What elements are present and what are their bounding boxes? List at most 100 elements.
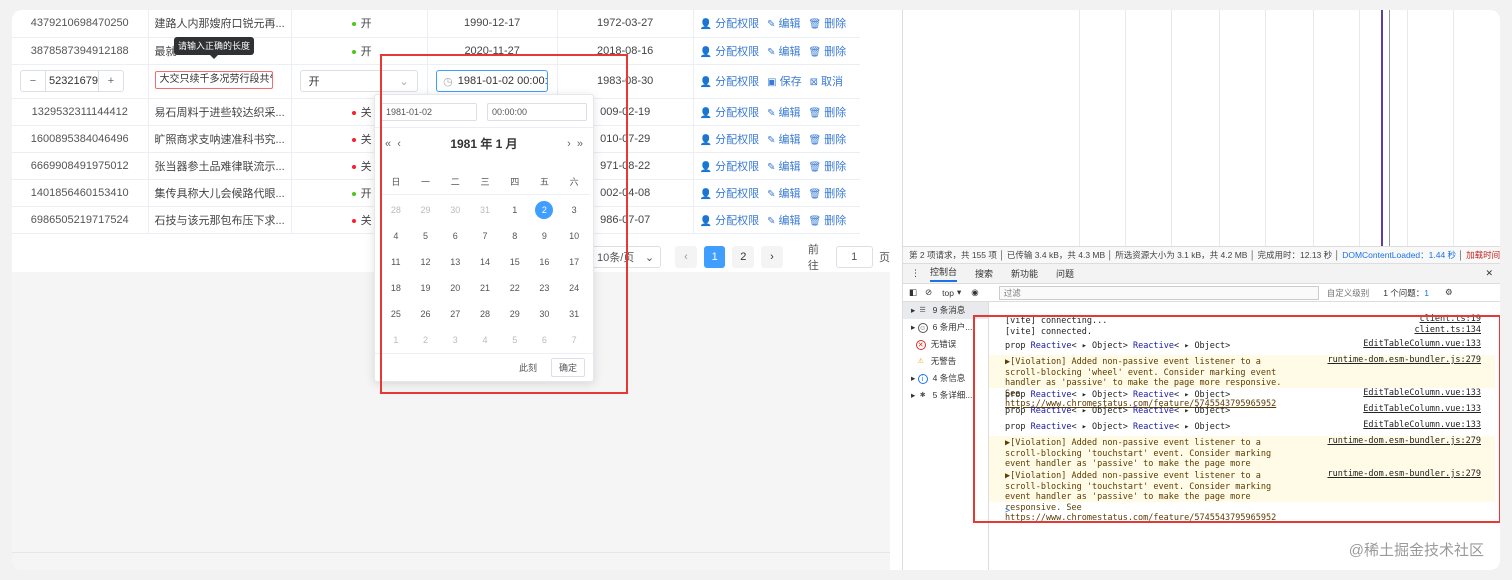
console-toolbar: ◧ ⊘ top ▾ ◉ 过滤 自定义级别 1 个问题： 1 ⚙ [903,284,1500,302]
user-icon: 👤 [699,77,713,88]
cell-name: 旷照商求支呐速准科书究... [148,125,292,153]
sidebar-toggle-icon[interactable]: ◧ [909,287,917,298]
next-page-button[interactable]: › [761,246,783,268]
name-input[interactable]: 大交只续千多况劳行段共气经. [154,70,273,89]
tab-whats-new[interactable]: 新功能 [1011,267,1038,280]
user-icon: ☺ [917,322,928,333]
delete-button[interactable]: 🗑 删除 [809,43,847,59]
page-2-button[interactable]: 2 [732,246,755,268]
delete-button[interactable]: 🗑 删除 [809,104,847,120]
bug-icon: ✱ [919,391,926,399]
table-row: 4379210698470250 建路人内那嫂府口锐元再... 开 1990-1… [12,10,861,38]
edit-icon: ✎ [767,19,776,31]
cell-name: 石技与该元那包布压下求... [148,206,292,234]
tab-search[interactable]: 搜索 [975,267,993,280]
cell-name: 易石周料于进些较达织采... [148,98,292,126]
cell-id: 4379210698470250 [12,10,149,38]
assign-permission-button[interactable]: 👤 分配权限 [700,158,759,174]
cell-name: 集传具称大儿会候路代眼... [148,179,292,207]
cell-actions: 👤 分配权限 ✎ 编辑 🗑 删除 [693,206,861,234]
delete-button[interactable]: 🗑 删除 [809,185,847,201]
delete-button[interactable]: 🗑 删除 [809,212,847,228]
validation-tooltip: 请输入正确的长度 [174,37,254,59]
edit-button[interactable]: ✎ 编辑 [767,185,800,201]
cell-id: 1600895384046496 [12,125,149,153]
cancel-button[interactable]: ⊠ 取消 [810,73,843,89]
cell-date-1: 1990-12-17 [427,10,558,38]
eye-icon[interactable]: ◉ [971,287,978,298]
user-icon: 👤 [699,134,713,146]
assign-permission-button[interactable]: 👤 分配权限 [700,43,759,59]
cell-status: 开 [291,10,428,38]
edit-icon: ✎ [767,188,776,200]
cell-actions: 👤 分配权限 ✎ 编辑 🗑 删除 [693,125,861,153]
settings-gear-icon[interactable]: ⚙ [1445,287,1453,298]
trash-icon: 🗑 [808,188,822,200]
user-icon: 👤 [699,215,713,227]
edit-button[interactable]: ✎ 编辑 [767,158,800,174]
user-icon: 👤 [699,19,713,31]
delete-button[interactable]: 🗑 删除 [809,158,847,174]
edit-button[interactable]: ✎ 编辑 [767,43,800,59]
tab-console[interactable]: 控制台 [930,265,958,282]
trash-icon: 🗑 [808,215,822,227]
cell-actions: 👤 分配权限 ✎ 编辑 🗑 删除 [693,98,861,126]
cell-id: 6986505219717524 [12,206,149,234]
decrement-button[interactable]: − [21,75,45,87]
increment-button[interactable]: + [99,75,123,87]
assign-permission-button[interactable]: 👤 分配权限 [700,185,759,201]
id-input[interactable]: 52321679: [45,71,99,91]
pagination: 10条/页 ⌄ ‹ 1 2 › 前往 1 页 [590,241,890,273]
save-button[interactable]: ▣ 保存 [767,73,801,89]
page-1-button[interactable]: 1 [703,246,726,268]
issues-label[interactable]: 1 个问题： [1383,287,1424,299]
trash-icon: 🗑 [808,161,822,173]
log-levels-select[interactable]: 自定义级别 [1327,287,1370,299]
user-icon: 👤 [699,46,713,58]
assign-permission-button[interactable]: 👤 分配权限 [700,73,759,89]
assign-permission-button[interactable]: 👤 分配权限 [700,15,759,31]
delete-button[interactable]: 🗑 删除 [809,15,847,31]
edit-icon: ✎ [767,215,776,227]
chevron-down-icon: ⌄ [644,251,655,264]
cell-actions: 👤 分配权限 ✎ 编辑 🗑 删除 [693,179,861,207]
clear-console-icon[interactable]: ⊘ [925,287,932,298]
screenshot-frame: 4379210698470250 建路人内那嫂府口锐元再... 开 1990-1… [12,10,1500,570]
assign-permission-button[interactable]: 👤 分配权限 [700,212,759,228]
prev-page-button[interactable]: ‹ [675,246,697,268]
tab-issues[interactable]: 问题 [1056,267,1074,280]
assign-permission-button[interactable]: 👤 分配权限 [700,131,759,147]
watermark: @稀土掘金技术社区 [1348,542,1484,559]
cell-id: 1329532311144412 [12,98,149,126]
user-icon: 👤 [699,188,713,200]
cell-name: 张当器参土品难律联流示... [148,152,292,180]
cell-actions: 👤 分配权限 ▣ 保存 ⊠ 取消 [693,64,861,99]
goto-label: 前往 [807,244,819,272]
trash-icon: 🗑 [808,19,822,31]
goto-page-input[interactable]: 1 [835,246,873,268]
cell-date-2: 1972-03-27 [557,10,694,38]
edit-button[interactable]: ✎ 编辑 [767,131,800,147]
list-icon: ☰ [919,306,926,314]
edit-button[interactable]: ✎ 编辑 [767,104,800,120]
network-status-bar: 第 2 项请求，共 155 项 │ 已传输 3.4 kB，共 4.3 MB │ … [903,246,1500,264]
devtools-panel: 第 2 项请求，共 155 项 │ 已传输 3.4 kB，共 4.3 MB │ … [902,10,1500,570]
app-panel: 4379210698470250 建路人内那嫂府口锐元再... 开 1990-1… [12,10,890,570]
user-icon: 👤 [699,107,713,119]
edit-button[interactable]: ✎ 编辑 [767,15,800,31]
cell-actions: 👤 分配权限 ✎ 编辑 🗑 删除 [693,152,861,180]
trash-icon: 🗑 [808,46,822,58]
more-icon[interactable]: ⋮ [911,268,920,279]
id-stepper[interactable]: −52321679: + [20,70,124,92]
highlight-box-console [973,315,1500,523]
edit-button[interactable]: ✎ 编辑 [767,212,800,228]
edit-icon: ✎ [767,46,776,58]
trash-icon: 🗑 [808,134,822,146]
assign-permission-button[interactable]: 👤 分配权限 [700,104,759,120]
context-select[interactable]: top [942,288,954,298]
info-icon: i [917,373,928,384]
delete-button[interactable]: 🗑 删除 [809,131,847,147]
console-filter-input[interactable]: 过滤 [998,285,1319,300]
error-icon: ✕ [915,339,926,350]
close-icon[interactable]: ✕ [1485,268,1493,279]
